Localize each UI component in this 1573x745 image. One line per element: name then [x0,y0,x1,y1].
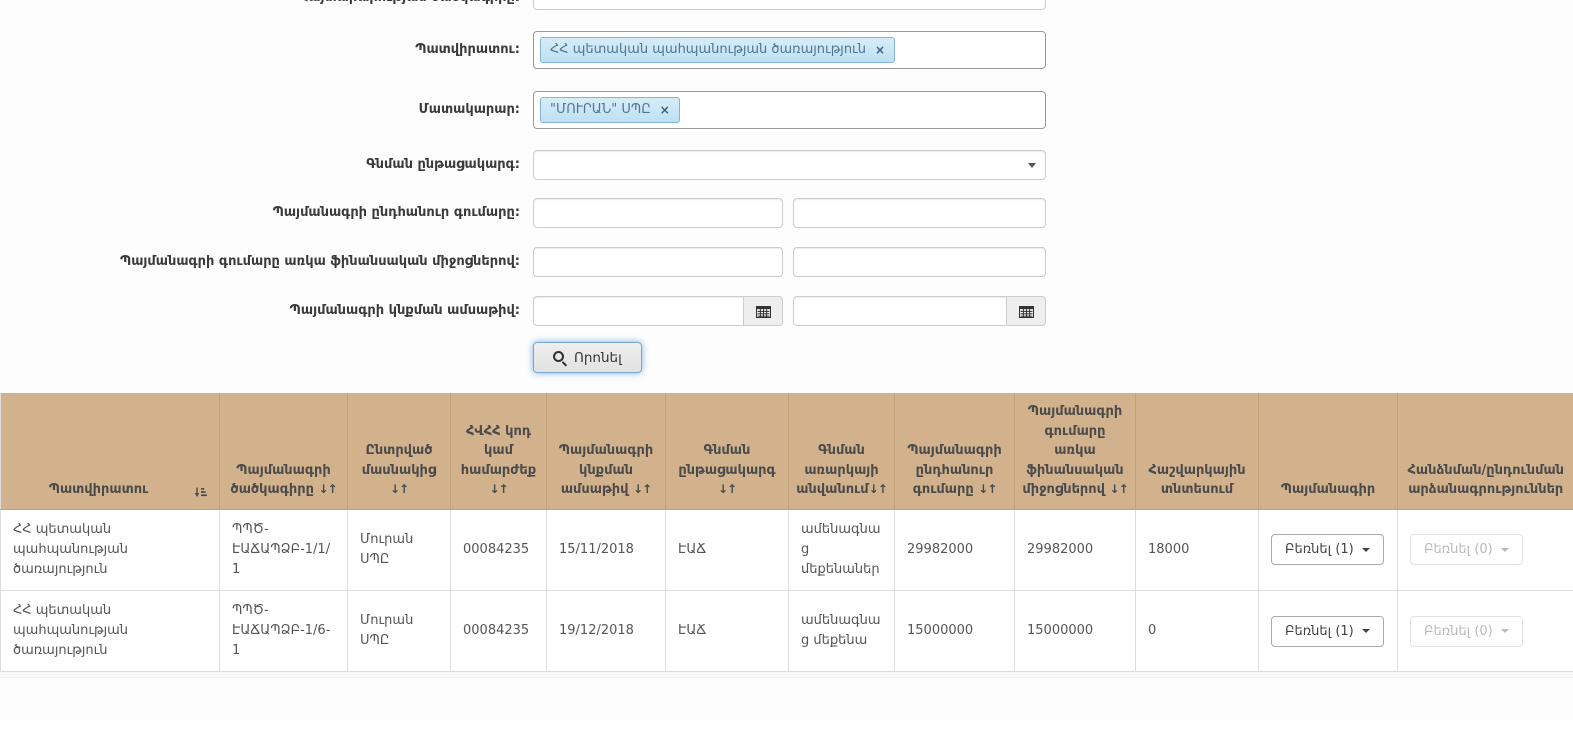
supplier-tag-remove-icon[interactable]: × [660,103,670,117]
procedure-select[interactable] [533,150,1046,180]
col-header-contract-code[interactable]: Պայմանագրի ծածկագիրը ↓↑ [220,393,348,509]
calendar-icon [756,305,771,318]
amount-available-label: Պայմանագրի գումարը առկա ֆինանսական միջոց… [0,254,533,270]
col-header-procedure[interactable]: Գնման ընթացակարգ ↓↑ [666,393,789,509]
caret-down-icon [1362,629,1370,633]
form-row-customer: Պատվիրատու: ՀՀ պետական պահպանության ծառա… [0,31,1573,69]
cell-signing-date: 15/11/2018 [547,509,666,590]
table-row: ՀՀ պետական պահպանության ծառայություն ՊՊԾ… [1,509,1573,590]
col-header-selected-participant[interactable]: Ընտրված մասնակից ↓↑ [348,393,451,509]
sort-icon: ↓↑ [1110,482,1128,496]
cell-amount-available: 29982000 [1015,509,1136,590]
col-header-subject-name[interactable]: Գնման առարկայի անվանում↓↑ [789,393,895,509]
cell-estimated-savings: 18000 [1136,509,1259,590]
col-header-acceptance-protocols: Հանձնման/ընդունման արձանագրություններ [1398,393,1573,509]
cell-selected-participant: Մուրան ՍՊԸ [348,509,451,590]
caret-down-icon [1501,629,1509,633]
sort-icon: ↓↑ [978,482,996,496]
cell-contract-code: ՊՊԾ-ԷԱՃԱՊՁԲ-1/1/1 [220,509,348,590]
cell-amount-available: 15000000 [1015,590,1136,671]
cell-subject-name: ամենագնաց մեքենաներ [789,509,895,590]
col-header-customer[interactable]: Պատվիրատու [1,393,220,509]
cell-tin: 00084235 [451,590,547,671]
supplier-tag-label: "ՄՈՒՐԱՆ" ՍՊԸ [550,102,651,118]
cell-signing-date: 19/12/2018 [547,590,666,671]
form-row-procedure: Գնման ընթացակարգ: [0,150,1573,180]
customer-multiselect[interactable]: ՀՀ պետական պահպանության ծառայություն × [533,31,1046,69]
amount-available-from-input[interactable] [533,247,783,277]
total-amount-label: Պայմանագրի ընդհանուր գումարը: [0,205,533,221]
download-contract-button[interactable]: Բեռնել (1) [1271,534,1384,565]
signing-date-from-group [533,296,783,326]
results-table: Պատվիրատու Պայմանագրի ծածկագիրը ↓↑ [0,393,1573,672]
cell-procedure: ԷԱՃ [666,509,789,590]
signing-date-to-group [793,296,1046,326]
signing-date-to-calendar-button[interactable] [1006,296,1046,326]
col-header-amount-available[interactable]: Պայմանագրի գումարը առկա ֆինանսական միջոց… [1015,393,1136,509]
col-header-tin[interactable]: ՀՎՀՀ կոդ կամ համարժեք ↓↑ [451,393,547,509]
supplier-label: Մատակարար: [0,102,533,118]
table-footer-strip [0,672,1573,678]
amount-available-to-input[interactable] [793,247,1046,277]
caret-down-icon [1501,548,1509,552]
sort-icon: ↓↑ [869,482,887,496]
signing-date-from-input[interactable] [533,296,743,326]
download-protocols-button: Բեռնել (0) [1410,616,1523,647]
sort-icon: ↓↑ [718,482,736,496]
supplier-multiselect[interactable]: "ՄՈՒՐԱՆ" ՍՊԸ × [533,91,1046,129]
form-row-announcement-code: Հայտարարության ծածկագիրը: [0,0,1573,10]
col-header-estimated-savings: Հաշվարկային տնտեսում [1136,393,1259,509]
cell-customer: ՀՀ պետական պահպանության ծառայություն [1,590,220,671]
cell-total-amount: 29982000 [895,509,1015,590]
cell-total-amount: 15000000 [895,590,1015,671]
col-header-signing-date[interactable]: Պայմանագրի կնքման ամսաթիվ ↓↑ [547,393,666,509]
download-contract-button[interactable]: Բեռնել (1) [1271,616,1384,647]
announcement-code-input[interactable] [533,0,1046,10]
customer-tag-label: ՀՀ պետական պահպանության ծառայություն [550,42,866,58]
sort-icon: ↓↑ [390,482,408,496]
search-form: Հայտարարության ծածկագիրը: Պատվիրատու: ՀՀ… [0,0,1573,373]
download-protocols-button: Բեռնել (0) [1410,534,1523,565]
customer-label: Պատվիրատու: [0,42,533,58]
cell-estimated-savings: 0 [1136,590,1259,671]
col-header-contract: Պայմանագիր [1259,393,1398,509]
supplier-tag: "ՄՈՒՐԱՆ" ՍՊԸ × [540,97,680,123]
cell-tin: 00084235 [451,509,547,590]
contracts-search-page: Հայտարարության ծածկագիրը: Պատվիրատու: ՀՀ… [0,0,1573,721]
sort-icon: ↓↑ [318,482,336,496]
announcement-code-label: Հայտարարության ծածկագիրը: [0,0,533,10]
form-row-signing-date: Պայմանագրի կնքման ամսաթիվ: [0,296,1573,326]
procedure-select-value [533,150,1046,180]
form-row-total-amount: Պայմանագրի ընդհանուր գումարը: [0,198,1573,228]
cell-customer: ՀՀ պետական պահպանության ծառայություն [1,509,220,590]
sort-icon: ↓↑ [633,482,651,496]
caret-down-icon [1362,548,1370,552]
cell-selected-participant: Մուրան ՍՊԸ [348,590,451,671]
table-header-row: Պատվիրատու Պայմանագրի ծածկագիրը ↓↑ [1,393,1573,509]
search-button-label: Որոնել [574,350,622,366]
form-row-supplier: Մատակարար: "ՄՈՒՐԱՆ" ՍՊԸ × [0,91,1573,129]
sort-icon: ↓↑ [489,482,507,496]
calendar-icon [1019,305,1034,318]
sort-amount-asc-icon [194,487,207,498]
cell-subject-name: ամենագնաց մեքենա [789,590,895,671]
chevron-down-icon [1028,163,1036,168]
cell-procedure: ԷԱՃ [666,590,789,671]
search-button[interactable]: Որոնել [533,342,642,373]
signing-date-from-calendar-button[interactable] [743,296,783,326]
form-row-search: Որոնել [0,342,1573,373]
signing-date-to-input[interactable] [793,296,1006,326]
procedure-label: Գնման ընթացակարգ: [0,157,533,173]
form-row-amount-available: Պայմանագրի գումարը առկա ֆինանսական միջոց… [0,247,1573,277]
total-amount-from-input[interactable] [533,198,783,228]
cell-contract-code: ՊՊԾ-ԷԱՃԱՊՁԲ-1/6-1 [220,590,348,671]
customer-tag-remove-icon[interactable]: × [875,43,885,57]
customer-tag: ՀՀ պետական պահպանության ծառայություն × [540,37,895,63]
total-amount-to-input[interactable] [793,198,1046,228]
search-icon [553,351,567,365]
table-row: ՀՀ պետական պահպանության ծառայություն ՊՊԾ… [1,590,1573,671]
results-table-wrap: Պատվիրատու Պայմանագրի ծածկագիրը ↓↑ [0,393,1573,678]
signing-date-label: Պայմանագրի կնքման ամսաթիվ: [0,303,533,319]
col-header-total-amount[interactable]: Պայմանագրի ընդհանուր գումարը ↓↑ [895,393,1015,509]
